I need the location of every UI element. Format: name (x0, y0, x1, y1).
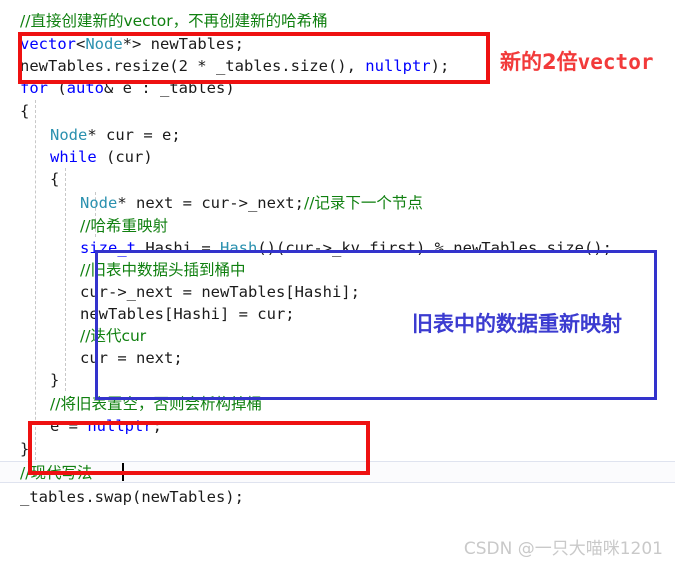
code-token: { (50, 170, 60, 188)
code-token: //现代写法 (20, 464, 93, 482)
code-token: e = (50, 417, 88, 435)
code-token: ; (152, 417, 162, 435)
annotation-text-mono: vector (577, 50, 654, 74)
code-line[interactable]: size_t Hashi = Hash()(cur->_kv.first) % … (0, 237, 675, 259)
code-line[interactable]: cur->_next = newTables[Hashi]; (0, 281, 675, 303)
code-line[interactable]: } (0, 369, 675, 391)
code-token: Hash (220, 239, 258, 257)
code-line[interactable]: Node* cur = e; (0, 124, 675, 146)
code-line[interactable]: //直接创建新的vector，不再创建新的哈希桶 (0, 10, 675, 32)
code-line[interactable]: { (0, 168, 675, 190)
code-line[interactable]: Node* next = cur->_next;//记录下一个节点 (0, 192, 675, 214)
code-line[interactable]: while (cur) (0, 146, 675, 168)
code-token: size_t (80, 239, 136, 257)
code-token: < (76, 35, 86, 53)
code-line[interactable]: { (0, 100, 675, 122)
code-line[interactable]: //哈希重映射 (0, 215, 675, 237)
code-token: //迭代cur (80, 327, 147, 345)
code-token: auto (66, 79, 104, 97)
code-token: newTables.resize(2 * _tables.size(), (20, 57, 366, 75)
code-line[interactable]: //将旧表置空，否则会析构掉桶 (0, 393, 675, 415)
code-token: while (50, 148, 97, 166)
code-editor-content[interactable]: //直接创建新的vector，不再创建新的哈希桶 vector<Node*> ne… (0, 0, 675, 571)
code-line[interactable]: e = nullptr; (0, 415, 675, 437)
code-token: { (20, 102, 30, 120)
code-token: nullptr (87, 417, 153, 435)
annotation-remap-old-table: 旧表中的数据重新映射 (412, 312, 622, 336)
code-token: * next = cur->_next; (117, 194, 304, 212)
code-token: _tables.swap(newTables); (20, 488, 244, 506)
code-line[interactable]: //旧表中数据头插到桶中 (0, 259, 675, 281)
code-token: } (20, 440, 30, 458)
code-token: //旧表中数据头插到桶中 (80, 261, 246, 279)
text-caret (122, 463, 124, 481)
code-line[interactable]: for (auto& e : _tables) (0, 77, 675, 99)
csdn-watermark: CSDN @一只大喵咪1201 (463, 539, 663, 559)
code-token: cur = next; (80, 349, 183, 367)
code-token: Node (50, 126, 88, 144)
code-token: Node (80, 194, 118, 212)
code-token: ()(cur->_kv.first) % newTables.size(); (257, 239, 612, 257)
code-token: newTables[Hashi] = cur; (80, 305, 295, 323)
annotation-text-cjk: 新的2倍 (500, 50, 578, 74)
code-token: ); (430, 57, 450, 75)
annotation-new-double-vector: 新的2倍vector (500, 46, 653, 76)
code-token: //哈希重映射 (80, 217, 168, 235)
code-line[interactable]: _tables.swap(newTables); (0, 486, 675, 508)
code-token: for (20, 79, 48, 97)
code-token: ( (48, 79, 67, 97)
code-token: //直接创建新的vector，不再创建新的哈希桶 (20, 12, 328, 30)
code-token: & e : _tables) (104, 79, 235, 97)
code-screenshot: //直接创建新的vector，不再创建新的哈希桶 vector<Node*> ne… (0, 0, 675, 571)
code-token: Node (85, 35, 123, 53)
code-line[interactable]: cur = next; (0, 347, 675, 369)
code-token: cur->_next = newTables[Hashi]; (80, 283, 360, 301)
code-token: *> newTables; (122, 35, 244, 53)
code-token: nullptr (365, 57, 431, 75)
code-token: //记录下一个节点 (303, 194, 423, 212)
code-token: vector (20, 35, 76, 53)
code-token: (cur) (96, 148, 153, 166)
code-line[interactable]: } (0, 438, 675, 460)
code-line[interactable]: //现代写法 (0, 462, 675, 484)
code-token: } (50, 371, 60, 389)
code-token: Hashi = (136, 239, 220, 257)
code-token: * cur = e; (87, 126, 181, 144)
code-token: //将旧表置空，否则会析构掉桶 (50, 395, 262, 413)
